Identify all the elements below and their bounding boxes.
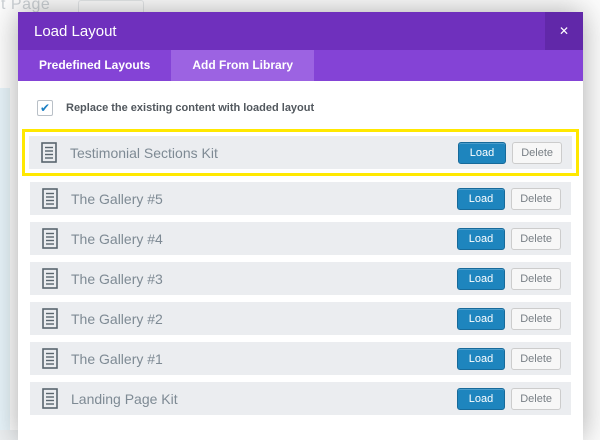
layout-row: Landing Page Kit Load Delete [30, 382, 571, 415]
layout-name: Landing Page Kit [71, 391, 178, 407]
delete-button[interactable]: Delete [511, 348, 561, 370]
layout-name: The Gallery #4 [71, 231, 163, 247]
layout-name: The Gallery #5 [71, 191, 163, 207]
checkbox-label: Replace the existing content with loaded… [66, 102, 314, 114]
replace-content-option: ✔ Replace the existing content with load… [37, 100, 571, 116]
delete-button[interactable]: Delete [511, 188, 561, 210]
layout-name: The Gallery #1 [71, 351, 163, 367]
tab-add-from-library[interactable]: Add From Library [171, 50, 314, 81]
delete-button[interactable]: Delete [511, 308, 561, 330]
modal-title: Load Layout [34, 23, 117, 40]
layout-row: Testimonial Sections Kit Load Delete [29, 136, 572, 169]
row-actions: Load Delete [457, 188, 561, 210]
load-button[interactable]: Load [457, 388, 505, 410]
layout-row: The Gallery #4 Load Delete [30, 222, 571, 255]
close-button[interactable]: ✕ [545, 12, 583, 50]
row-actions: Load Delete [457, 308, 561, 330]
load-button[interactable]: Load [457, 228, 505, 250]
row-actions: Load Delete [457, 388, 561, 410]
row-actions: Load Delete [457, 268, 561, 290]
row-actions: Load Delete [458, 142, 562, 164]
layout-name: Testimonial Sections Kit [70, 145, 218, 161]
row-actions: Load Delete [457, 228, 561, 250]
load-button[interactable]: Load [457, 308, 505, 330]
layout-row: The Gallery #2 Load Delete [30, 302, 571, 335]
highlighted-row-outline: Testimonial Sections Kit Load Delete [22, 129, 579, 176]
tab-predefined-layouts[interactable]: Predefined Layouts [18, 50, 171, 81]
layout-name: The Gallery #3 [71, 271, 163, 287]
load-button[interactable]: Load [457, 188, 505, 210]
check-icon: ✔ [40, 102, 50, 114]
document-icon [42, 348, 58, 369]
load-button[interactable]: Load [457, 268, 505, 290]
load-layout-modal: Load Layout ✕ Predefined Layouts Add Fro… [18, 12, 583, 440]
modal-tabs: Predefined Layouts Add From Library [18, 50, 583, 81]
document-icon [42, 228, 58, 249]
close-icon: ✕ [559, 24, 569, 38]
load-button[interactable]: Load [458, 142, 506, 164]
replace-content-checkbox[interactable]: ✔ [37, 100, 53, 116]
document-icon [42, 188, 58, 209]
delete-button[interactable]: Delete [511, 268, 561, 290]
document-icon [42, 268, 58, 289]
layout-row: The Gallery #1 Load Delete [30, 342, 571, 375]
page-background: t Page Load Layout ✕ Predefined Layouts … [0, 0, 600, 440]
layout-row: The Gallery #5 Load Delete [30, 182, 571, 215]
document-icon [42, 388, 58, 409]
delete-button[interactable]: Delete [511, 388, 561, 410]
layout-row: The Gallery #3 Load Delete [30, 262, 571, 295]
row-actions: Load Delete [457, 348, 561, 370]
delete-button[interactable]: Delete [512, 142, 562, 164]
modal-body: ✔ Replace the existing content with load… [18, 81, 583, 415]
layout-name: The Gallery #2 [71, 311, 163, 327]
document-icon [42, 308, 58, 329]
modal-header: Load Layout ✕ [18, 12, 583, 50]
delete-button[interactable]: Delete [511, 228, 561, 250]
background-section-strip [0, 88, 10, 440]
load-button[interactable]: Load [457, 348, 505, 370]
document-icon [41, 142, 57, 163]
